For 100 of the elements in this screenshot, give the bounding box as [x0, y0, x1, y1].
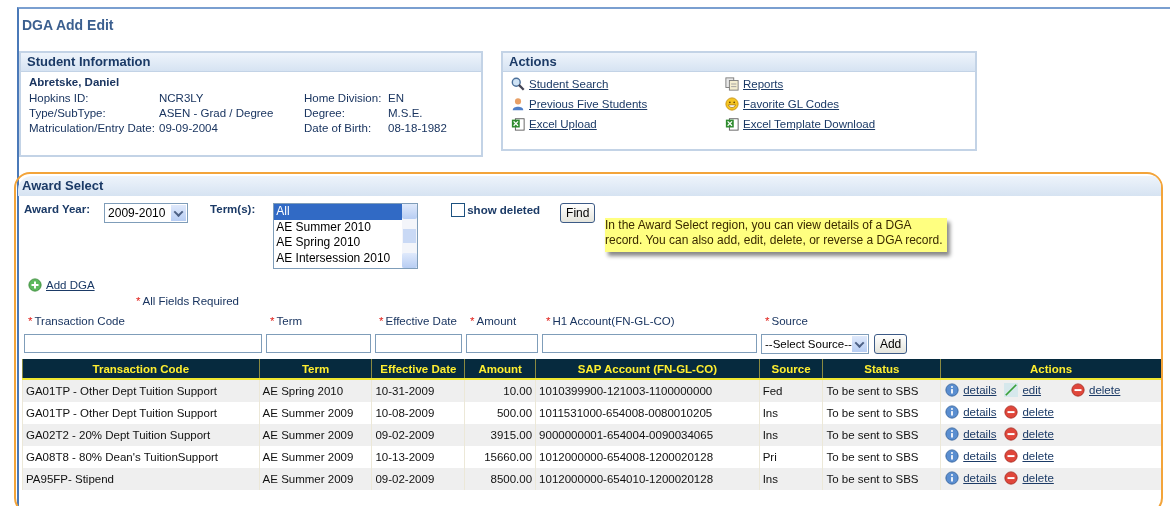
minus-icon: [1004, 405, 1019, 419]
table-cell: 8500.00: [464, 468, 536, 490]
panel-header: Award Select: [18, 176, 1161, 196]
field-value: NCR3LY: [159, 92, 205, 104]
table-cell: 10-31-2009: [371, 379, 465, 402]
scrollbar[interactable]: [402, 204, 418, 268]
table-cell: AE Spring 2010: [259, 379, 372, 402]
list-option[interactable]: AE Spring 2010: [274, 235, 403, 251]
column-header: Status: [822, 359, 941, 379]
required-asterisk: *: [546, 315, 551, 327]
info-icon: [945, 449, 960, 463]
table-cell: Ins: [759, 468, 823, 490]
table-cell: To be sent to SBS: [822, 379, 941, 402]
add-dga-link[interactable]: Add DGA: [46, 278, 95, 291]
table-cell: 3915.00: [464, 424, 536, 446]
field-label: Effective Date: [385, 315, 457, 327]
required-asterisk: *: [765, 315, 770, 327]
field-label: Source: [771, 315, 808, 327]
required-asterisk: *: [28, 315, 33, 327]
field-label: Date of Birth:: [304, 122, 373, 134]
info-icon: [945, 383, 960, 397]
table-cell: Fed: [759, 379, 823, 402]
info-icon: [945, 427, 960, 441]
person-icon: [511, 97, 525, 111]
action-link[interactable]: Previous Five Students: [529, 98, 648, 110]
spreadsheet-icon: [511, 117, 525, 131]
table-cell: 10.00: [464, 379, 536, 402]
row-action-link[interactable]: details: [963, 428, 997, 440]
table-cell: Ins: [759, 424, 823, 446]
action-link[interactable]: Excel Template Download: [743, 118, 876, 130]
column-header: Source: [759, 359, 823, 379]
input-field[interactable]: [466, 334, 538, 353]
row-action-link[interactable]: details: [963, 472, 997, 484]
add-button[interactable]: Add: [873, 334, 908, 354]
award-year-label: Award Year:: [24, 203, 91, 215]
search-icon: [511, 77, 525, 91]
row-action-link[interactable]: delete: [1022, 472, 1054, 484]
input-field[interactable]: [542, 334, 757, 353]
terms-label: Term(s):: [210, 203, 256, 215]
required-asterisk: *: [379, 315, 384, 327]
column-header: Amount: [464, 359, 536, 379]
table-cell: To be sent to SBS: [822, 424, 941, 446]
table-cell: 1012000000-654010-1200020128: [535, 468, 760, 490]
input-field[interactable]: [375, 334, 462, 353]
list-option[interactable]: All: [274, 204, 403, 220]
panel-header: Student Information: [21, 53, 481, 72]
input-field[interactable]: [24, 334, 262, 353]
action-link[interactable]: Student Search: [529, 78, 609, 90]
field-label: H1 Account(FN-GL-CO): [552, 315, 675, 327]
action-link[interactable]: Reports: [743, 78, 784, 90]
field-label: Degree:: [304, 107, 346, 119]
plus-icon: [28, 277, 42, 292]
field-value: ASEN - Grad / Degree: [159, 107, 275, 119]
column-header: SAP Account (FN-GL-CO): [535, 359, 760, 379]
required-asterisk: *: [270, 315, 275, 327]
find-button[interactable]: Find: [560, 203, 596, 223]
info-icon: [945, 405, 960, 419]
row-action-link[interactable]: delete: [1022, 428, 1054, 440]
table-cell: 09-02-2009: [371, 424, 465, 446]
action-link[interactable]: Favorite GL Codes: [743, 98, 840, 110]
field-value: 09-09-2004: [159, 122, 219, 134]
field-label: Transaction Code: [34, 315, 125, 327]
table-cell: 1010399900-121003-1100000000: [535, 379, 760, 402]
document-icon: [725, 77, 739, 91]
row-action-link[interactable]: delete: [1022, 450, 1054, 462]
input-field[interactable]: [266, 334, 371, 353]
table-cell: 9000000001-654004-0090034065: [535, 424, 760, 446]
row-action-link[interactable]: details: [963, 406, 997, 418]
pencil-icon: [1004, 383, 1019, 397]
row-action-link[interactable]: edit: [1022, 384, 1041, 396]
field-label: Amount: [476, 315, 517, 327]
student-name: Abretske, Daniel: [29, 76, 121, 90]
action-link[interactable]: Excel Upload: [529, 118, 597, 130]
row-action-link[interactable]: details: [963, 384, 997, 396]
callout-note: In the Award Select region, you can view details of a DGA record. You can also add, edit, delete, or reverse a DGA record.: [605, 218, 947, 252]
list-option[interactable]: AE Intersession 2010: [274, 250, 403, 266]
table-cell: GA01TP - Other Dept Tuition Support: [22, 379, 260, 402]
source-select[interactable]: --Select Source--: [761, 334, 869, 354]
required-asterisk: *: [470, 315, 475, 327]
column-header: Term: [259, 359, 372, 379]
row-action-link[interactable]: delete: [1089, 384, 1121, 396]
row-action-link[interactable]: delete: [1022, 406, 1054, 418]
table-cell: GA02T2 - 20% Dept Tuition Support: [22, 424, 260, 446]
required-note: All Fields Required: [142, 295, 239, 307]
terms-listbox[interactable]: All AE Summer 2010 AE Spring 2010 AE Intersession 2010: [273, 203, 419, 269]
minus-icon: [1071, 383, 1085, 397]
table-cell: AE Summer 2009: [259, 468, 372, 490]
info-icon: [945, 471, 960, 485]
required-asterisk: *: [136, 295, 141, 307]
checkbox-label: show deleted: [467, 204, 541, 216]
column-header: Effective Date: [371, 359, 465, 379]
minus-icon: [1004, 449, 1019, 463]
row-action-link[interactable]: details: [963, 450, 997, 462]
field-label: Matriculation/Entry Date:: [29, 122, 156, 134]
award-year-select[interactable]: 2009-2010: [104, 203, 189, 223]
column-header: Actions: [940, 359, 1161, 379]
checkbox[interactable]: [451, 203, 466, 217]
page-title: DGA Add Edit: [21, 16, 115, 35]
minus-icon: [1004, 427, 1019, 441]
list-option[interactable]: AE Summer 2010: [274, 219, 403, 235]
